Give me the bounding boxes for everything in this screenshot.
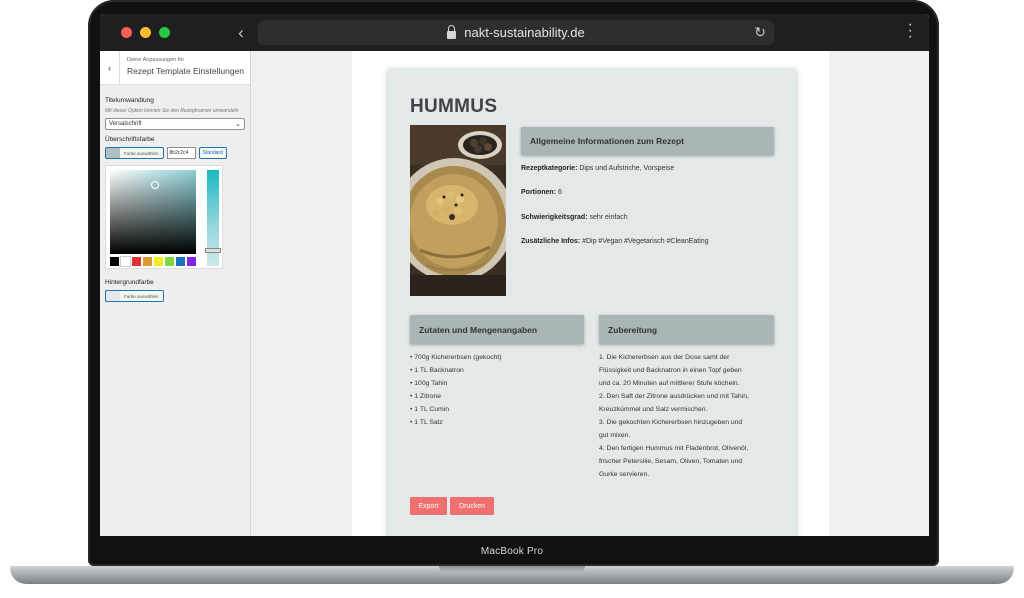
ingredients-list: • 700g Kichererbsen (gekocht) • 1 TL Back… xyxy=(410,351,590,429)
category-label: Rezeptkategorie: xyxy=(521,165,578,172)
device-model-label: MacBook Pro xyxy=(480,546,544,557)
hue-slider-handle[interactable] xyxy=(205,248,221,253)
preparation-heading: Zubereitung xyxy=(599,315,774,344)
list-item: • 1 TL Cumin xyxy=(410,406,450,413)
picker-cursor[interactable] xyxy=(151,181,159,189)
address-bar[interactable]: nakt-sustainability.de ↻ xyxy=(258,20,774,45)
list-item: 4. Den fertigen Hummus mit Fladenbrot, O… xyxy=(599,445,749,452)
palette-swatch[interactable] xyxy=(132,257,141,266)
info-category: Rezeptkategorie: Dips und Aufstriche, Vo… xyxy=(521,165,674,172)
list-item: Kreuzkümmel und Salz vermischen. xyxy=(599,406,708,413)
lock-icon xyxy=(447,24,457,39)
minimize-window-button[interactable] xyxy=(140,27,151,38)
preparation-list: 1. Die Kichererbsen aus der Dose samt de… xyxy=(599,351,789,481)
title-transform-select[interactable]: Versalschrift ⌄ xyxy=(105,118,245,130)
list-item: • 1 TL Backnatron xyxy=(410,367,464,374)
color-palette xyxy=(110,256,196,267)
title-transform-label: Titelumwandlung xyxy=(105,97,154,104)
sidebar-header: ‹ Deine Anpassungen für Rezept Template … xyxy=(100,51,250,85)
background-color-label: Hintergrundfarbe xyxy=(105,279,154,286)
list-item: gut mixen. xyxy=(599,432,631,439)
choose-color-label: Farbe auswählen xyxy=(124,150,159,156)
extra-label: Zusätzliche Infos: xyxy=(521,238,581,245)
more-menu-icon[interactable]: · · · xyxy=(908,17,913,45)
list-item: • 1 TL Salz xyxy=(410,419,443,426)
laptop-notch xyxy=(439,566,585,573)
palette-swatch[interactable] xyxy=(154,257,163,266)
window-controls xyxy=(121,27,170,38)
palette-swatch[interactable] xyxy=(120,256,131,267)
standard-button[interactable]: Standard xyxy=(198,147,227,159)
ingredients-heading: Zutaten und Mengenangaben xyxy=(410,315,584,344)
difficulty-value: sehr einfach xyxy=(589,214,628,221)
reload-icon[interactable]: ↻ xyxy=(754,24,766,41)
palette-swatch[interactable] xyxy=(110,257,119,266)
sidebar-title: Rezept Template Einstellungen xyxy=(127,66,245,76)
list-item: Flüssigkeit und Backnatron in einen Topf… xyxy=(599,367,742,374)
palette-swatch[interactable] xyxy=(143,257,152,266)
list-item: • 100g Tahin xyxy=(410,380,448,387)
list-item: und ca. 20 Minuten auf mittlerer Stufe k… xyxy=(599,380,740,387)
browser-toolbar: ‹ › nakt-sustainability.de ↻ ··· xyxy=(100,14,929,51)
portions-label: Portionen: xyxy=(521,189,556,196)
info-extra: Zusätzliche Infos: #Dip #Vegan #Vegetari… xyxy=(521,238,709,245)
sidebar-subtitle: Deine Anpassungen für xyxy=(127,57,185,63)
list-item: Gurke servieren. xyxy=(599,471,650,478)
close-window-button[interactable] xyxy=(121,27,132,38)
list-item: 3. Die gekochten Kichererbsen hinzugeben… xyxy=(599,419,743,426)
extra-value: #Dip #Vegan #Vegetarisch #CleanEating xyxy=(582,238,709,245)
maximize-window-button[interactable] xyxy=(159,27,170,38)
palette-swatch[interactable] xyxy=(176,257,185,266)
category-value: Dips und Aufstriche, Vorspeise xyxy=(579,165,675,172)
info-portions: Portionen: 6 xyxy=(521,189,562,196)
hex-color-input[interactable]: 8b2c2c4 xyxy=(166,147,196,159)
chevron-down-icon: ⌄ xyxy=(235,121,241,128)
title-transform-value: Versalschrift xyxy=(109,121,142,127)
list-item: 2. Den Saft der Zitrone ausdrücken und m… xyxy=(599,393,749,400)
general-info-heading: Allgemeine Informationen zum Rezept xyxy=(521,127,774,155)
recipe-title: HUMMUS xyxy=(410,96,498,117)
url-text: nakt-sustainability.de xyxy=(464,25,585,40)
palette-swatch[interactable] xyxy=(187,257,196,266)
screen: ‹ › nakt-sustainability.de ↻ ··· ‹ Deine… xyxy=(100,14,929,536)
title-transform-description: Mit dieser Option können Sie den Rezeptn… xyxy=(105,108,239,114)
recipe-card: HUMMUS Allgemeine Informationen zum Reze… xyxy=(388,68,796,536)
list-item: 1. Die Kichererbsen aus der Dose samt de… xyxy=(599,354,730,361)
palette-swatch[interactable] xyxy=(165,257,174,266)
list-item: • 700g Kichererbsen (gekocht) xyxy=(410,354,502,361)
list-item: • 1 Zitrone xyxy=(410,393,442,400)
heading-color-button[interactable]: Farbe auswählen xyxy=(105,147,164,159)
recipe-photo xyxy=(410,125,506,296)
choose-color-label: Farbe auswählen xyxy=(124,293,159,299)
export-button[interactable]: Export xyxy=(410,497,447,515)
heading-color-label: Überschriftsfarbe xyxy=(105,136,155,143)
color-swatch xyxy=(106,291,120,301)
site-preview: HUMMUS Allgemeine Informationen zum Reze… xyxy=(252,51,929,536)
chevron-left-icon[interactable]: ‹ xyxy=(100,51,120,84)
color-swatch xyxy=(106,148,120,158)
laptop-frame: ‹ › nakt-sustainability.de ↻ ··· ‹ Deine… xyxy=(0,0,1024,598)
portions-value: 6 xyxy=(557,189,562,196)
color-picker xyxy=(105,165,223,269)
difficulty-label: Schwierigkeitsgrad: xyxy=(521,214,588,221)
customizer-sidebar: ‹ Deine Anpassungen für Rezept Template … xyxy=(100,51,251,536)
info-difficulty: Schwierigkeitsgrad: sehr einfach xyxy=(521,214,628,221)
print-button[interactable]: Drucken xyxy=(450,497,494,515)
back-icon[interactable]: ‹ xyxy=(233,23,249,43)
list-item: frischer Petersilie, Sesam, Oliven, Toma… xyxy=(599,458,743,465)
background-color-button[interactable]: Farbe auswählen xyxy=(105,290,164,302)
hummus-photo-graphic xyxy=(410,125,506,296)
